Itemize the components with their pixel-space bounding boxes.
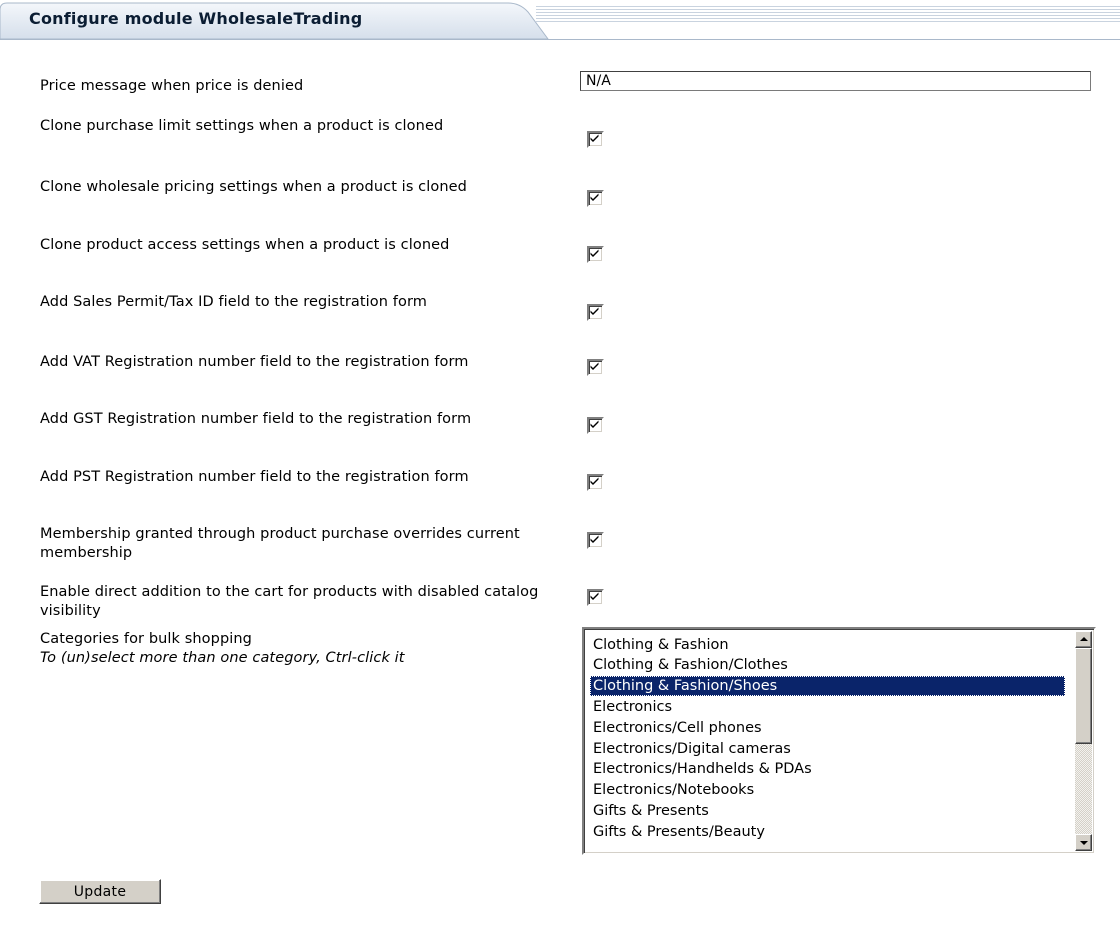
gst-field-checkbox[interactable] [587, 417, 604, 434]
category-option[interactable]: Electronics/Digital cameras [590, 739, 1065, 759]
membership-override-checkbox[interactable] [587, 532, 604, 549]
clone-wholesale-pricing-label: Clone wholesale pricing settings when a … [40, 179, 467, 195]
direct-cart-addition-label: Enable direct addition to the cart for p… [40, 584, 539, 619]
clone-product-access-checkbox[interactable] [587, 246, 604, 263]
clone-wholesale-pricing-checkbox[interactable] [587, 190, 604, 207]
scroll-down-button[interactable] [1075, 834, 1092, 851]
sales-permit-field-label: Add Sales Permit/Tax ID field to the reg… [40, 294, 427, 310]
scroll-up-button[interactable] [1075, 631, 1092, 648]
clone-purchase-limit-checkbox[interactable] [587, 131, 604, 148]
vat-field-label: Add VAT Registration number field to the… [40, 354, 469, 370]
price-message-label: Price message when price is denied [40, 78, 304, 94]
checkmark-icon [590, 249, 599, 257]
gst-field-label: Add GST Registration number field to the… [40, 411, 472, 427]
membership-override-label: Membership granted through product purch… [40, 526, 520, 561]
bulk-categories-listbox[interactable]: Clothing & Fashion Clothing & Fashion/Cl… [582, 627, 1096, 855]
arrow-up-icon [1080, 637, 1088, 641]
checkmark-icon [590, 362, 599, 370]
price-message-input[interactable] [580, 71, 1091, 91]
category-option-selected[interactable]: Clothing & Fashion/Shoes [590, 676, 1065, 696]
arrow-down-icon [1080, 841, 1088, 845]
category-option[interactable]: Electronics [590, 697, 1065, 717]
vat-field-checkbox[interactable] [587, 359, 604, 376]
scroll-thumb[interactable] [1075, 648, 1092, 744]
category-option[interactable]: Gifts & Presents [590, 801, 1065, 821]
checkmark-icon [590, 535, 599, 543]
page-title: Configure module WholesaleTrading [29, 9, 363, 28]
direct-cart-addition-checkbox[interactable] [587, 589, 604, 606]
bulk-categories-hint: To (un)select more than one category, Ct… [40, 650, 405, 666]
clone-product-access-label: Clone product access settings when a pro… [40, 237, 450, 253]
category-option[interactable]: Gifts & Presents/Beauty [590, 822, 1065, 842]
pst-field-checkbox[interactable] [587, 474, 604, 491]
category-option[interactable]: Electronics/Notebooks [590, 780, 1065, 800]
checkmark-icon [590, 307, 599, 315]
bulk-categories-title: Categories for bulk shopping [40, 631, 252, 647]
checkmark-icon [590, 477, 599, 485]
update-button[interactable]: Update [39, 879, 161, 904]
checkmark-icon [590, 420, 599, 428]
checkmark-icon [590, 134, 599, 142]
listbox-scrollbar[interactable] [1075, 631, 1092, 851]
clone-purchase-limit-label: Clone purchase limit settings when a pro… [40, 118, 444, 134]
pst-field-label: Add PST Registration number field to the… [40, 469, 469, 485]
checkmark-icon [590, 193, 599, 201]
sales-permit-field-checkbox[interactable] [587, 304, 604, 321]
bulk-categories-label: Categories for bulk shopping To (un)sele… [40, 630, 570, 668]
category-option[interactable]: Clothing & Fashion [590, 635, 1065, 655]
category-option[interactable]: Electronics/Cell phones [590, 718, 1065, 738]
category-option[interactable]: Clothing & Fashion/Clothes [590, 655, 1065, 675]
module-header-tab: Configure module WholesaleTrading [0, 0, 1120, 40]
checkmark-icon [590, 592, 599, 600]
category-option[interactable]: Electronics/Handhelds & PDAs [590, 759, 1065, 779]
